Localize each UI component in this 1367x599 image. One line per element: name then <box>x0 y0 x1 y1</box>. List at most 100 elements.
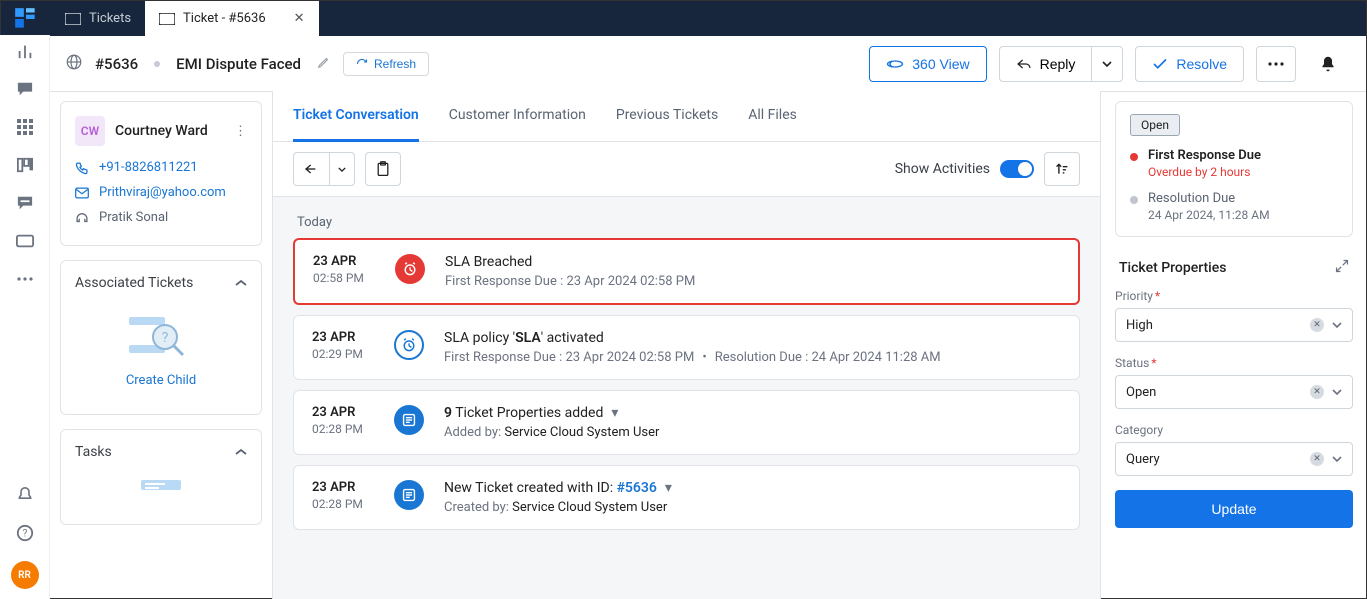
tasks-header[interactable]: Tasks <box>75 444 247 460</box>
globe-icon[interactable] <box>65 53 83 75</box>
notifications-button[interactable] <box>1308 46 1348 82</box>
alarm-icon <box>394 330 424 360</box>
reply-dropdown[interactable] <box>1091 46 1123 82</box>
rail-analytics[interactable] <box>15 41 35 61</box>
field-label: Status <box>1115 356 1149 370</box>
list-icon <box>394 405 424 435</box>
associated-tickets-header[interactable]: Associated Tickets <box>75 275 247 291</box>
contact-agent: Pratik Sonal <box>99 210 168 225</box>
reply-quick-dropdown[interactable] <box>329 152 355 186</box>
clear-icon[interactable]: ✕ <box>1310 452 1324 466</box>
alarm-icon <box>395 254 425 284</box>
tl-time: 02:28 PM <box>312 497 374 511</box>
sla-card: Open First Response Due Overdue by 2 hou… <box>1115 101 1353 237</box>
chevron-down-icon <box>1332 456 1342 462</box>
list-icon <box>394 480 424 510</box>
props-heading: Ticket Properties <box>1119 260 1226 276</box>
contact-avatar: CW <box>75 116 105 146</box>
logo-icon <box>13 6 39 32</box>
contact-email-row[interactable]: Prithviraj@yahoo.com <box>75 185 247 200</box>
field-label: Category <box>1115 423 1163 437</box>
tl-title: SLA Breached <box>445 254 1060 270</box>
reply-icon <box>1016 57 1032 71</box>
reply-label: Reply <box>1040 56 1076 72</box>
sla-dot-overdue <box>1130 153 1138 161</box>
ticket-icon <box>159 13 175 25</box>
tl-date: 23 APR <box>312 330 374 345</box>
action-bar: Show Activities <box>273 142 1100 197</box>
view-360-label: 360 View <box>912 56 969 72</box>
tab-label: Ticket - #5636 <box>183 11 266 26</box>
priority-select[interactable]: High ✕ <box>1115 308 1353 342</box>
close-icon[interactable]: ✕ <box>294 11 305 26</box>
ticket-id: #5636 <box>95 55 138 73</box>
timeline-item-props-added: 23 APR 02:28 PM 9 Ticket Properties added… <box>293 390 1080 455</box>
refresh-button[interactable]: Refresh <box>343 52 429 76</box>
create-child-link[interactable]: Create Child <box>126 373 196 388</box>
center-tabs: Ticket Conversation Customer Information… <box>273 91 1100 142</box>
more-button[interactable] <box>1256 46 1296 82</box>
tab-all-files[interactable]: All Files <box>748 91 797 141</box>
status-select[interactable]: Open ✕ <box>1115 375 1353 409</box>
chevron-down-icon[interactable]: ▾ <box>665 480 672 496</box>
associated-tickets-card: Associated Tickets ? Create Child <box>60 260 262 415</box>
tab-label: Tickets <box>89 11 131 26</box>
tl-title: New Ticket created with ID: #5636▾ <box>444 480 1061 496</box>
status-field: Status* Open ✕ <box>1115 356 1353 409</box>
tl-date: 23 APR <box>312 405 374 420</box>
contact-card: CW Courtney Ward ⋮ +91-8826811221 Prithv… <box>60 101 262 246</box>
ticket-link[interactable]: #5636 <box>617 480 657 496</box>
more-icon <box>1268 62 1284 66</box>
tab-tickets[interactable]: Tickets <box>51 1 145 36</box>
category-select[interactable]: Query ✕ <box>1115 442 1353 476</box>
show-activities-label: Show Activities <box>895 161 990 177</box>
contact-email: Prithviraj@yahoo.com <box>99 185 226 200</box>
clear-icon[interactable]: ✕ <box>1310 385 1324 399</box>
tl-time: 02:29 PM <box>312 347 374 361</box>
category-field: Category Query ✕ <box>1115 423 1353 476</box>
expand-icon[interactable] <box>1335 259 1349 277</box>
tab-customer-info[interactable]: Customer Information <box>449 91 586 141</box>
tab-previous-tickets[interactable]: Previous Tickets <box>616 91 718 141</box>
tab-conversation[interactable]: Ticket Conversation <box>293 91 419 142</box>
clipboard-button[interactable] <box>365 152 401 186</box>
timeline-item-sla-activated: 23 APR02:29 PM SLA policy 'SLA' activate… <box>293 315 1080 380</box>
contact-phone-row[interactable]: +91-8826811221 <box>75 160 247 175</box>
tl-title: 9 Ticket Properties added▾ <box>444 405 1061 421</box>
clear-icon[interactable]: ✕ <box>1310 318 1324 332</box>
contact-name: Courtney Ward <box>115 123 224 139</box>
contact-agent-row: Pratik Sonal <box>75 210 247 225</box>
tl-date: 23 APR <box>312 480 374 495</box>
refresh-label: Refresh <box>374 57 416 71</box>
timeline-item-sla-breached: 23 APR02:58 PM SLA Breached First Respon… <box>293 238 1080 305</box>
top-tab-bar: Tickets Ticket - #5636 ✕ <box>1 1 1366 36</box>
sla-first-response-sub: Overdue by 2 hours <box>1148 165 1261 179</box>
app-logo <box>1 1 51 36</box>
resolve-button[interactable]: Resolve <box>1135 46 1244 82</box>
ticket-properties-header: Ticket Properties <box>1115 251 1353 289</box>
svg-text:?: ? <box>162 330 169 346</box>
tl-time: 02:58 PM <box>313 271 375 285</box>
tab-ticket-detail[interactable]: Ticket - #5636 ✕ <box>145 1 319 36</box>
sla-resolution-sub: 24 Apr 2024, 11:28 AM <box>1148 208 1270 222</box>
check-icon <box>1152 58 1168 70</box>
chevron-up-icon <box>235 279 247 287</box>
tl-time: 02:28 PM <box>312 422 374 436</box>
show-activities-toggle[interactable] <box>1000 160 1034 178</box>
reply-button[interactable]: Reply <box>999 46 1092 82</box>
chevron-down-icon[interactable]: ▾ <box>611 405 618 421</box>
sla-resolution-title: Resolution Due <box>1148 191 1270 206</box>
contact-more[interactable]: ⋮ <box>234 124 247 139</box>
chevron-down-icon <box>1102 61 1112 67</box>
ticket-toolbar: #5636 EMI Dispute Faced Refresh 360 View… <box>1 36 1366 92</box>
sort-button[interactable] <box>1044 152 1080 186</box>
reply-quick-button[interactable] <box>293 152 329 186</box>
update-button[interactable]: Update <box>1115 490 1353 528</box>
view-360-button[interactable]: 360 View <box>869 46 986 82</box>
edit-icon[interactable] <box>317 55 331 73</box>
priority-field: Priority* High ✕ <box>1115 289 1353 342</box>
reply-button-group: Reply <box>999 46 1124 82</box>
empty-state-icon: ? <box>121 311 201 363</box>
right-panel: Open First Response Due Overdue by 2 hou… <box>1101 91 1367 599</box>
dot-separator <box>154 61 160 67</box>
